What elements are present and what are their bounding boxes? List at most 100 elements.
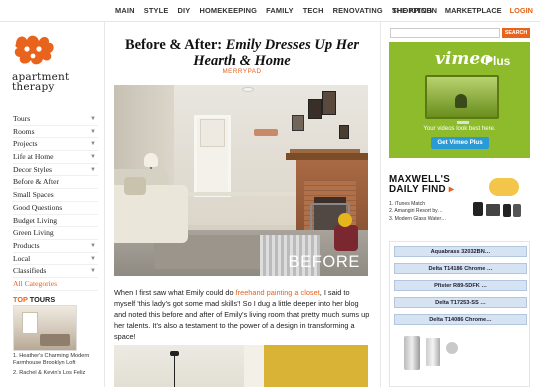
- product-link[interactable]: Aquabrass 32032BN…: [394, 246, 527, 257]
- chevron-down-icon: ▼: [90, 154, 96, 161]
- top-tours-list: 1. Heather's Charming Modern Farmhouse B…: [13, 353, 113, 380]
- logo-hole: [24, 46, 30, 52]
- sidebar-item-classifieds[interactable]: Classifieds ▼: [13, 265, 98, 278]
- sidebar-item-budget-living[interactable]: Budget Living: [13, 215, 98, 228]
- sidebar-item-label: Projects: [13, 139, 38, 149]
- chevron-down-icon: ▼: [90, 268, 96, 275]
- photo-cushion: [124, 177, 146, 195]
- photo-wall-art: [254, 129, 278, 136]
- product-link[interactable]: Delta T14086 Chrome…: [394, 314, 527, 325]
- photo-frame: [292, 115, 304, 131]
- faucet-plate-icon: [426, 338, 440, 366]
- faucet-ad[interactable]: Aquabrass 32032BN… Delta T14186 Chrome ……: [389, 241, 530, 387]
- thumb-window: [22, 312, 38, 334]
- sidebar-item-good-questions[interactable]: Good Questions: [13, 202, 98, 215]
- monitor-stand: [457, 121, 469, 124]
- meditating-person-icon: [455, 94, 467, 108]
- daily-find-title-2-text: DAILY FIND: [389, 184, 446, 195]
- photo-frame: [322, 91, 336, 115]
- sidebar-item-projects[interactable]: Projects ▼: [13, 138, 98, 152]
- sidebar-item-small-spaces[interactable]: Small Spaces: [13, 189, 98, 202]
- chevron-down-icon: ▼: [90, 116, 96, 122]
- sidebar-item-local[interactable]: Local ▼: [13, 253, 98, 266]
- freehand-painting-link[interactable]: freehand painting a closet: [236, 288, 320, 297]
- top-tours-heading-top: TOP: [13, 295, 28, 304]
- photo-ceiling-light: [242, 87, 254, 92]
- daily-find-list: 1. iTunes Match 2. Amangiri Resort by… 3…: [389, 201, 459, 223]
- photo2-cord: [174, 351, 175, 387]
- paragraph-text-start: When I first saw what Emily could do: [114, 288, 236, 297]
- nav-renovating[interactable]: RENOVATING: [333, 6, 383, 15]
- sidebar-item-label: Life at Home: [13, 152, 54, 162]
- faucet-icon: [404, 336, 420, 370]
- nav-main[interactable]: MAIN: [115, 6, 135, 15]
- sidebar-item-rooms[interactable]: Rooms ▼: [13, 126, 98, 139]
- arrow-icon: ▸: [445, 184, 455, 195]
- tablet-icon: [486, 204, 500, 216]
- before-photo[interactable]: BEFORE: [114, 85, 368, 276]
- faucet-knob-icon: [446, 342, 458, 354]
- nav-tech[interactable]: TECH: [303, 6, 324, 15]
- sidebar-item-label: Tours: [13, 114, 31, 123]
- nav-the-kitchn[interactable]: THE KITCHN: [392, 6, 437, 15]
- column-divider: [104, 22, 105, 387]
- get-vimeo-plus-button[interactable]: Get Vimeo Plus: [431, 137, 489, 149]
- nav-marketplace[interactable]: MARKETPLACE: [445, 6, 502, 15]
- sidebar-item-label: Rooms: [13, 126, 35, 136]
- photo-frame: [308, 99, 322, 119]
- top-tours-heading-rest: TOURS: [27, 295, 56, 304]
- vimeo-ad[interactable]: vimeo Plus Your videos look best here. G…: [389, 42, 530, 158]
- article-title[interactable]: Before & After: Emily Dresses Up Her Hea…: [112, 37, 372, 69]
- product-link[interactable]: Delta T14186 Chrome …: [394, 263, 527, 274]
- sidebar-item-label: Green Living: [13, 228, 54, 238]
- nav-family[interactable]: FAMILY: [266, 6, 294, 15]
- sidebar-item-products[interactable]: Products ▼: [13, 240, 98, 253]
- cloud-icon: [489, 178, 519, 196]
- photo-door-window: [200, 119, 225, 147]
- photo-frame: [339, 125, 349, 139]
- product-link[interactable]: Pfister R89-5DFK …: [394, 280, 527, 291]
- sidebar-item-tours[interactable]: Tours ▼: [13, 113, 98, 126]
- article-title-plain: Before & After:: [124, 37, 226, 53]
- nav-style[interactable]: STYLE: [144, 6, 169, 15]
- site-links: THE KITCHN MARKETPLACE LOGIN: [384, 6, 533, 15]
- daily-find-item[interactable]: 2. Amangiri Resort by…: [389, 208, 459, 215]
- photo-mantel: [286, 153, 368, 160]
- logo-line-2: therapy: [12, 81, 55, 93]
- vimeo-logo: vimeo: [435, 49, 492, 69]
- article-byline[interactable]: MERRYPAD: [112, 68, 372, 75]
- sidebar-item-label: Good Questions: [13, 202, 63, 212]
- product-link[interactable]: Delta T17253-SS …: [394, 297, 527, 308]
- top-nav-bar: MAIN STYLE DIY HOMEKEEPING FAMILY TECH RENOVAT…: [0, 0, 540, 22]
- search-button[interactable]: SEARCH: [502, 28, 530, 38]
- chevron-down-icon: ▼: [90, 255, 96, 262]
- logo-wordmark[interactable]: apartment therapy: [12, 72, 69, 93]
- nav-diy[interactable]: DIY: [178, 6, 191, 15]
- vimeo-tagline: Your videos look best here.: [423, 126, 496, 132]
- chevron-down-icon: ▼: [90, 242, 96, 249]
- sidebar-item-label: Before & After: [13, 177, 59, 187]
- top-tour-item[interactable]: 1. Heather's Charming Modern Farmhouse B…: [13, 353, 113, 367]
- search-input[interactable]: [390, 28, 500, 38]
- chevron-down-icon: ▼: [90, 141, 96, 148]
- after-photo[interactable]: [114, 345, 368, 387]
- photo2-beam: [244, 345, 266, 387]
- sidebar-item-label: Small Spaces: [13, 190, 54, 200]
- vimeo-plus-label: Plus: [485, 54, 511, 68]
- login-link[interactable]: LOGIN: [510, 6, 533, 15]
- maxwells-daily-find[interactable]: MAXWELL'S DAILY FIND ▸ 1. iTunes Match 2…: [389, 174, 530, 232]
- article-paragraph: When I first saw what Emily could do fre…: [114, 287, 372, 342]
- top-tour-item[interactable]: 2. Rachel & Kevin's Los Feliz: [13, 370, 113, 377]
- sidebar-item-label: Classifieds: [13, 266, 47, 276]
- thumb-sofa: [40, 334, 70, 346]
- daily-find-item[interactable]: 1. iTunes Match: [389, 201, 459, 208]
- sidebar-item-label: Products: [13, 240, 40, 250]
- top-tour-thumbnail[interactable]: [13, 305, 77, 351]
- nav-homekeeping[interactable]: HOMEKEEPING: [199, 6, 257, 15]
- sidebar-item-green-living[interactable]: Green Living: [13, 227, 98, 240]
- sidebar-item-life-at-home[interactable]: Life at Home ▼: [13, 151, 98, 164]
- daily-find-item[interactable]: 3. Modern Glass Water…: [389, 216, 459, 223]
- sidebar-item-before-after[interactable]: Before & After: [13, 176, 98, 190]
- sidebar-all-categories[interactable]: All Categories: [13, 278, 98, 291]
- sidebar-item-decor-styles[interactable]: Decor Styles ▼: [13, 164, 98, 177]
